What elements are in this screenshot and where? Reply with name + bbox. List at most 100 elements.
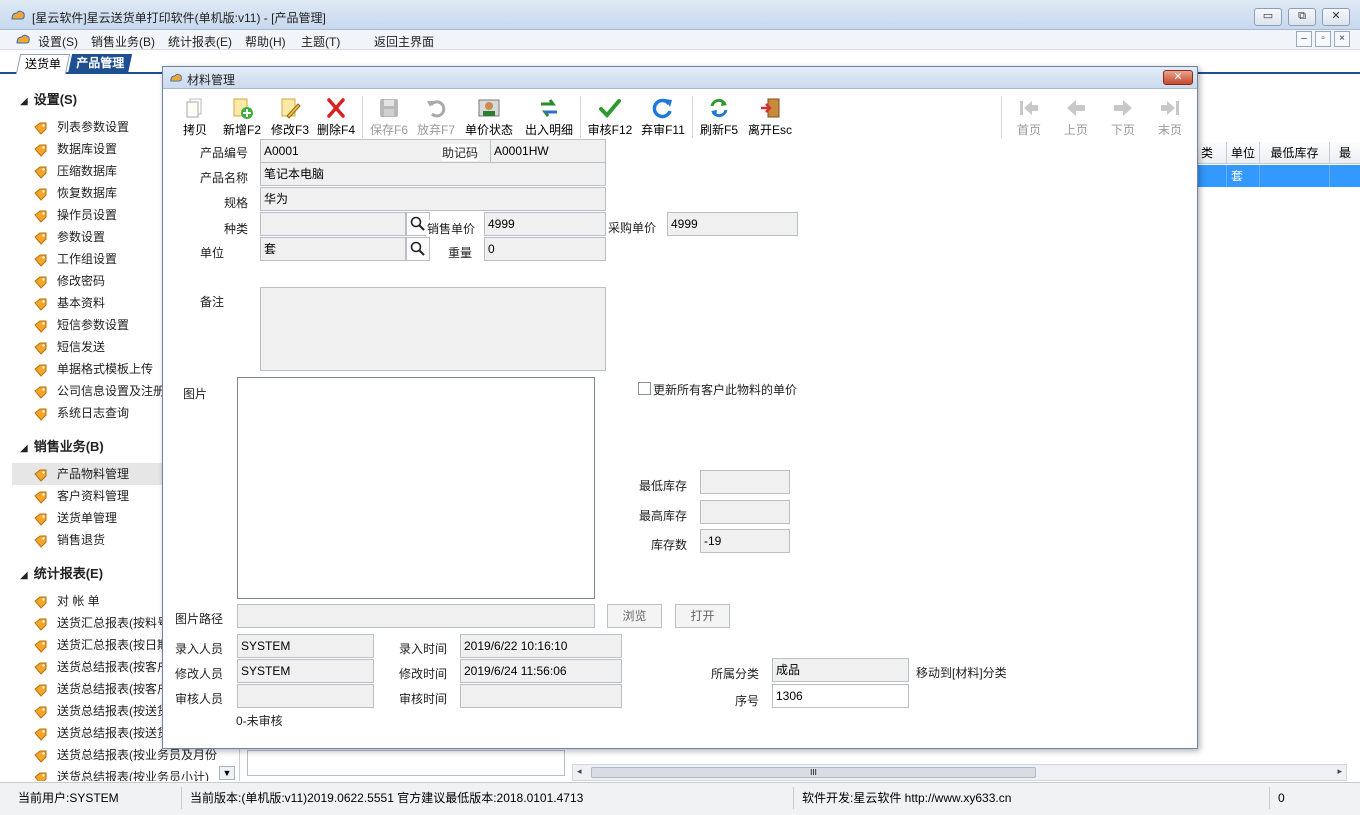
move-to-material-link[interactable]: 移动到[材料]分类	[916, 664, 1007, 681]
tag-icon	[34, 660, 48, 675]
menu-home[interactable]: 返回主界面	[374, 33, 434, 50]
scroll-right-icon[interactable]: ▸	[1337, 766, 1342, 777]
unapprove-button[interactable]: 弃审F11	[639, 94, 687, 140]
mdi-minimize-button[interactable]: –	[1296, 31, 1312, 47]
picture-path-field[interactable]	[237, 604, 595, 628]
entered-by-field[interactable]: SYSTEM	[237, 634, 374, 658]
weight-label: 重量	[448, 246, 473, 260]
seq-field[interactable]: 1306	[772, 684, 909, 708]
picture-box[interactable]	[237, 377, 595, 599]
exit-button[interactable]: 离开Esc	[745, 94, 795, 140]
tag-icon	[34, 384, 48, 399]
price-status-button[interactable]: 单价状态	[463, 94, 515, 140]
refresh-button[interactable]: 刷新F5	[697, 94, 741, 140]
close-button[interactable]: ✕	[1322, 8, 1350, 26]
review-time-field[interactable]	[460, 684, 622, 708]
sidebar-item-label: 列表参数设置	[57, 120, 130, 134]
first-page-button[interactable]: 首页	[1009, 94, 1049, 140]
minimize-button[interactable]: ▭	[1254, 8, 1282, 26]
remark-label: 备注	[200, 295, 225, 309]
unit-lookup-button[interactable]	[406, 237, 430, 261]
tab-delivery-note[interactable]: 送货单	[15, 54, 71, 74]
menu-settings[interactable]: 设置(S)	[38, 33, 78, 50]
picture-label: 图片	[183, 387, 208, 401]
browse-button[interactable]: 浏览	[607, 604, 662, 628]
status-bar: 当前用户:SYSTEM 当前版本:(单机版:v11)2019.0622.5551…	[0, 782, 1360, 815]
tag-icon	[34, 770, 48, 781]
spec-label: 规格	[224, 196, 249, 210]
scroll-left-icon[interactable]: ◂	[577, 766, 582, 777]
update-all-price-label[interactable]: 更新所有客户此物料的单价	[653, 381, 797, 398]
tag-icon	[34, 164, 48, 179]
sidebar-item-label: 系统日志查询	[57, 406, 130, 420]
sale-price-field[interactable]: 4999	[484, 212, 606, 236]
menu-reports[interactable]: 统计报表(E)	[168, 33, 232, 50]
tag-icon	[34, 726, 48, 741]
product-name-field[interactable]: 笔记本电脑	[260, 162, 606, 186]
max-stock-label: 最高库存	[639, 509, 688, 523]
delete-button[interactable]: 删除F4	[315, 94, 357, 140]
inout-detail-button[interactable]: 出入明细	[521, 94, 577, 140]
section-title: 设置(S)	[33, 92, 78, 107]
save-button[interactable]: 保存F6	[367, 94, 411, 140]
grid-header-cell[interactable]: 单位	[1226, 142, 1259, 164]
weight-field[interactable]: 0	[484, 237, 606, 261]
category-field[interactable]	[260, 212, 406, 236]
sidebar-item-label: 客户资料管理	[57, 489, 130, 503]
product-code-label: 产品编号	[200, 146, 249, 160]
mnemonic-field[interactable]: A0001HW	[490, 139, 606, 163]
purchase-price-field[interactable]: 4999	[667, 212, 798, 236]
sidebar-scroll-down-button[interactable]: ▼	[219, 766, 235, 780]
unit-field[interactable]: 套	[260, 237, 406, 261]
modified-by-field[interactable]: SYSTEM	[237, 659, 374, 683]
grid-header-cell[interactable]: 最	[1329, 142, 1360, 164]
new-button[interactable]: 新增F2	[221, 94, 263, 140]
toolbar-label: 刷新F5	[699, 123, 738, 137]
scrollbar-thumb[interactable]: III	[591, 767, 1036, 778]
open-button[interactable]: 打开	[675, 604, 730, 628]
edit-button[interactable]: 修改F3	[269, 94, 311, 140]
sidebar-section-sales[interactable]: ◢ 销售业务(B)	[20, 436, 104, 455]
horizontal-scrollbar[interactable]: ◂ III ▸	[572, 764, 1347, 781]
discard-button[interactable]: 放弃F7	[414, 94, 458, 140]
next-page-icon	[1114, 100, 1132, 116]
app-menu-icon[interactable]	[15, 33, 31, 45]
sidebar-section-settings[interactable]: ◢ 设置(S)	[20, 89, 77, 108]
prev-page-button[interactable]: 上页	[1056, 94, 1096, 140]
modified-time-field[interactable]: 2019/6/24 11:56:06	[460, 659, 622, 683]
dialog-titlebar[interactable]: 材料管理 ✕	[163, 67, 1197, 89]
dialog-close-button[interactable]: ✕	[1163, 70, 1193, 85]
mdi-close-button[interactable]: ×	[1334, 31, 1350, 47]
section-title: 统计报表(E)	[33, 566, 104, 581]
approve-button[interactable]: 审核F12	[585, 94, 635, 140]
min-stock-field[interactable]	[700, 470, 790, 494]
reviewer-field[interactable]	[237, 684, 374, 708]
review-status: 0-未审核	[236, 714, 283, 728]
last-page-button[interactable]: 末页	[1150, 94, 1190, 140]
mdi-restore-button[interactable]: ▫	[1315, 31, 1331, 47]
maximize-button[interactable]: ⧉	[1288, 8, 1316, 26]
menu-sales[interactable]: 销售业务(B)	[91, 33, 155, 50]
spec-field[interactable]: 华为	[260, 187, 606, 211]
entered-time-field[interactable]: 2019/6/22 10:16:10	[460, 634, 622, 658]
copy-button[interactable]: 拷贝	[177, 94, 213, 140]
menu-theme[interactable]: 主题(T)	[301, 33, 340, 50]
collapse-triangle-icon: ◢	[20, 570, 28, 581]
memo-box[interactable]	[247, 750, 565, 776]
grid-cell	[1259, 165, 1329, 187]
tab-product-management[interactable]: 产品管理	[67, 54, 133, 74]
max-stock-field[interactable]	[700, 500, 790, 524]
section-title: 销售业务(B)	[33, 439, 104, 454]
tab-label: 送货单	[25, 57, 62, 71]
stock-qty-field[interactable]: -19	[700, 529, 790, 553]
sidebar-item[interactable]: 送货总结报表(按业务员小计)	[12, 766, 239, 781]
picture-path-label: 图片路径	[175, 612, 224, 626]
grid-header-cell[interactable]: 最低库存	[1259, 142, 1329, 164]
category-group-field[interactable]: 成品	[772, 658, 909, 682]
tag-icon	[34, 120, 48, 135]
next-page-button[interactable]: 下页	[1103, 94, 1143, 140]
remark-field[interactable]	[260, 287, 606, 371]
update-all-price-checkbox[interactable]	[638, 382, 651, 395]
menu-help[interactable]: 帮助(H)	[245, 33, 286, 50]
sidebar-section-reports[interactable]: ◢ 统计报表(E)	[20, 563, 103, 582]
